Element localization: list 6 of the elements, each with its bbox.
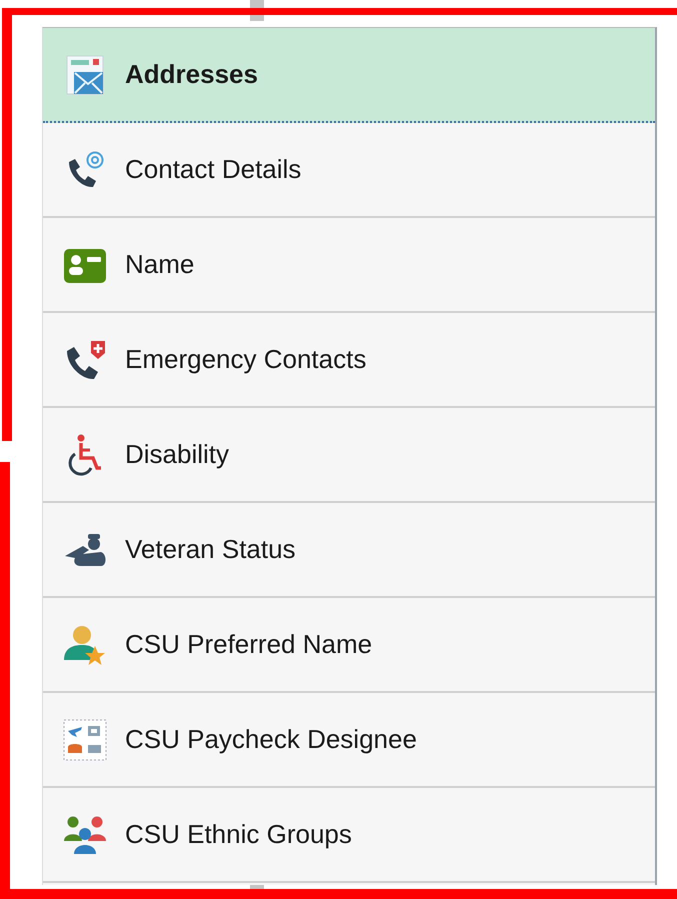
envelope-card-icon <box>66 54 104 94</box>
person-star-icon <box>63 624 107 666</box>
saluting-soldier-icon <box>63 532 107 568</box>
travel-icons-tile-icon <box>63 718 107 760</box>
menu-item[interactable]: Addresses <box>43 28 655 123</box>
people-group-icon <box>63 814 107 854</box>
